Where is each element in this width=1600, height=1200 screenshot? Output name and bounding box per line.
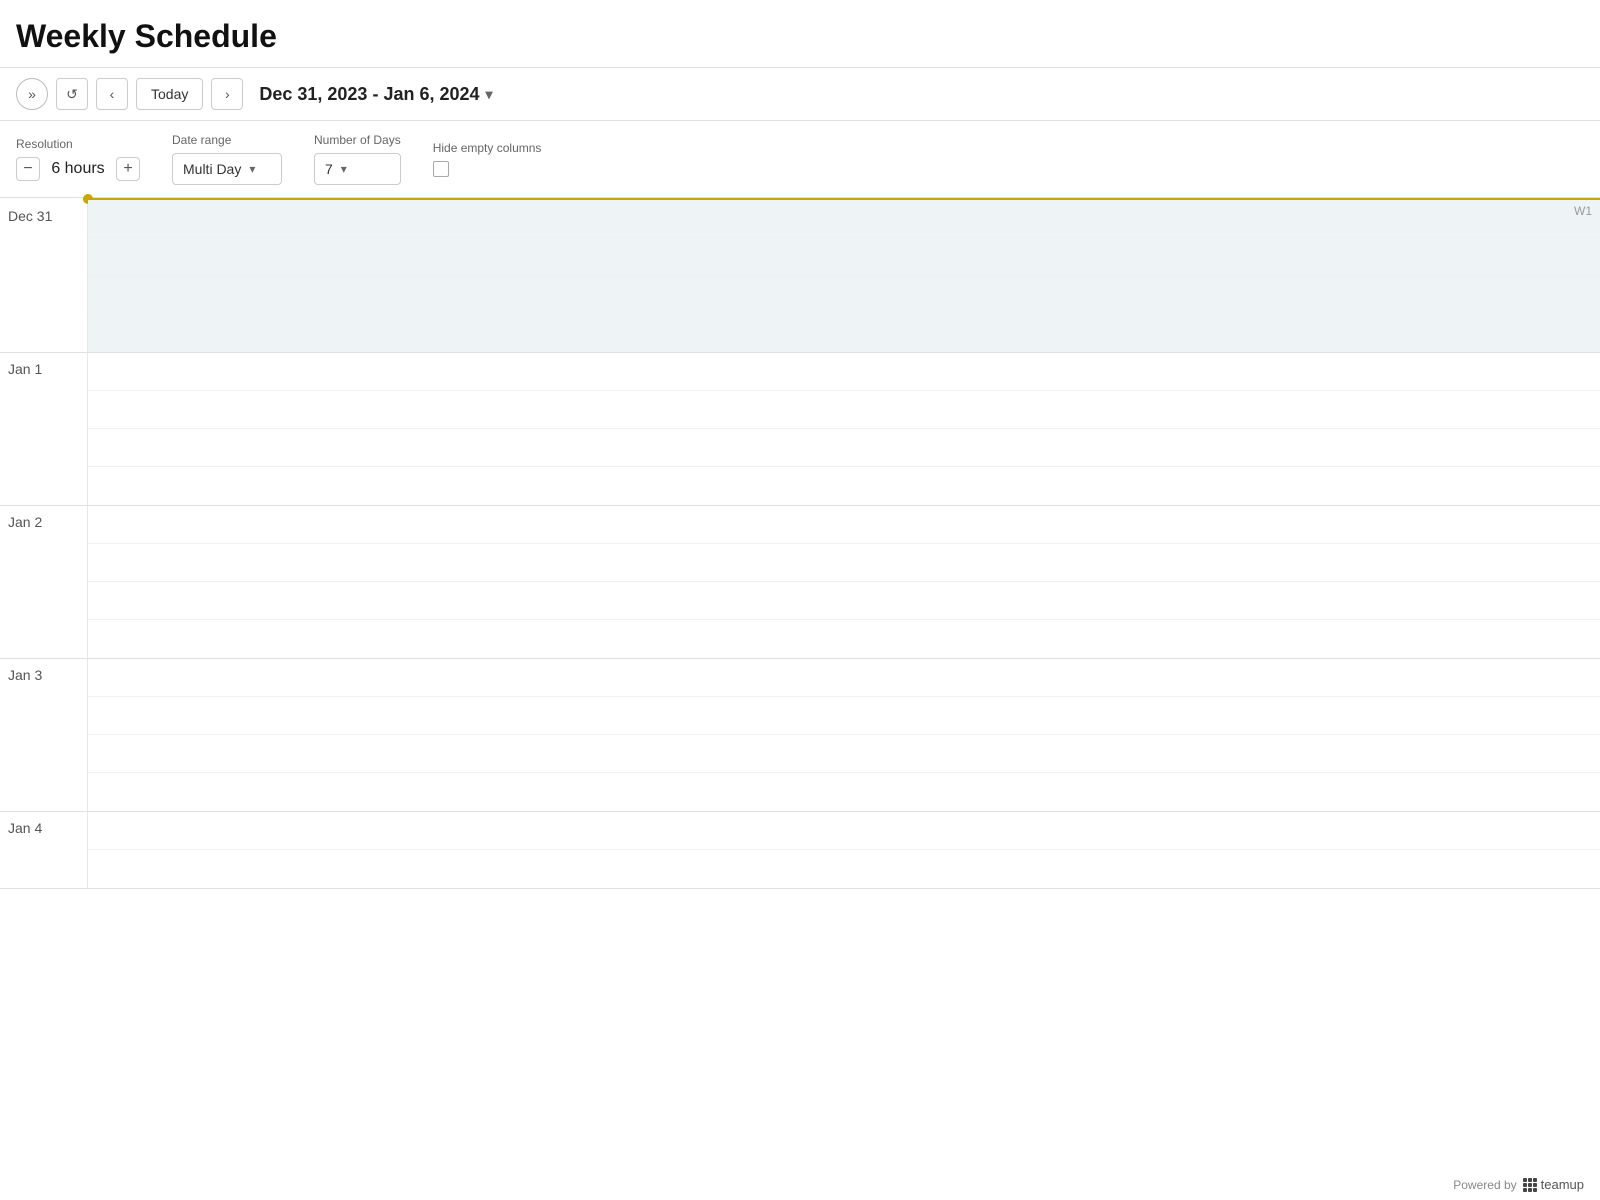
date-range-select-value: Multi Day [183,161,241,177]
resolution-group: Resolution − 6 hours + [16,137,140,181]
week-label: W1 [1574,204,1592,218]
hide-empty-row [433,161,542,177]
day-content [88,353,1600,505]
teamup-logo: teamup [1523,1177,1584,1192]
day-row: Jan 2 [0,506,1600,659]
day-label: Jan 4 [0,812,88,888]
calendar-area: Dec 31 W1 Jan 1Jan 2Jan 3Jan 4 [0,198,1600,889]
footer: Powered by teamup [1437,1169,1600,1200]
resolution-increase-button[interactable]: + [116,157,140,181]
num-days-label: Number of Days [314,133,401,147]
resolution-control: − 6 hours + [16,157,140,181]
day-sub-row [88,544,1600,582]
day-label: Jan 2 [0,506,88,658]
day-sub-row [88,582,1600,620]
calendar-rows: Dec 31 W1 Jan 1Jan 2Jan 3Jan 4 [0,200,1600,889]
resolution-decrease-button[interactable]: − [16,157,40,181]
day-sub-row [88,353,1600,391]
day-sub-row [88,429,1600,467]
num-days-select[interactable]: 7 ▾ [314,153,401,185]
day-sub-row [88,314,1600,352]
num-days-select-value: 7 [325,161,333,177]
date-range-arrow-icon: ▾ [486,86,493,103]
day-sub-row [88,276,1600,314]
day-label: Jan 3 [0,659,88,811]
powered-by-text: Powered by [1453,1178,1516,1192]
toolbar: » ↺ ‹ Today › Dec 31, 2023 - Jan 6, 2024… [0,68,1600,121]
hide-empty-checkbox[interactable] [433,161,449,177]
date-range-group: Date range Multi Day ▾ [172,133,282,185]
expand-button[interactable]: » [16,78,48,110]
day-sub-row [88,735,1600,773]
teamup-grid-icon [1523,1178,1537,1192]
num-days-select-arrow-icon: ▾ [341,162,347,176]
date-range-label: Date range [172,133,282,147]
prev-button[interactable]: ‹ [96,78,128,110]
day-sub-row [88,238,1600,276]
day-label: Dec 31 [0,200,88,352]
resolution-value: 6 hours [48,160,108,178]
day-content [88,812,1600,888]
day-row: Jan 1 [0,353,1600,506]
refresh-button[interactable]: ↺ [56,78,88,110]
today-button[interactable]: Today [136,78,203,110]
day-row: Jan 4 [0,812,1600,889]
brand-name: teamup [1541,1177,1584,1192]
resolution-label: Resolution [16,137,140,151]
num-days-group: Number of Days 7 ▾ [314,133,401,185]
day-sub-row [88,391,1600,429]
day-label: Jan 1 [0,353,88,505]
day-row: Jan 3 [0,659,1600,812]
date-range-text: Dec 31, 2023 - Jan 6, 2024 [259,84,479,105]
date-range-select[interactable]: Multi Day ▾ [172,153,282,185]
day-content [88,659,1600,811]
next-button[interactable]: › [211,78,243,110]
day-sub-row [88,850,1600,888]
day-sub-row [88,659,1600,697]
day-content [88,506,1600,658]
day-sub-row [88,620,1600,658]
day-sub-row: W1 [88,200,1600,238]
day-content: W1 [88,200,1600,352]
date-range-select-arrow-icon: ▾ [249,162,255,176]
controls-bar: Resolution − 6 hours + Date range Multi … [0,121,1600,198]
day-sub-row [88,506,1600,544]
day-sub-row [88,697,1600,735]
hide-empty-group: Hide empty columns [433,141,542,177]
page-title: Weekly Schedule [16,18,1584,55]
page-header: Weekly Schedule [0,0,1600,68]
hide-empty-label: Hide empty columns [433,141,542,155]
date-range-display[interactable]: Dec 31, 2023 - Jan 6, 2024 ▾ [259,84,492,105]
day-sub-row [88,773,1600,811]
day-row: Dec 31 W1 [0,200,1600,353]
day-sub-row [88,467,1600,505]
day-sub-row [88,812,1600,850]
